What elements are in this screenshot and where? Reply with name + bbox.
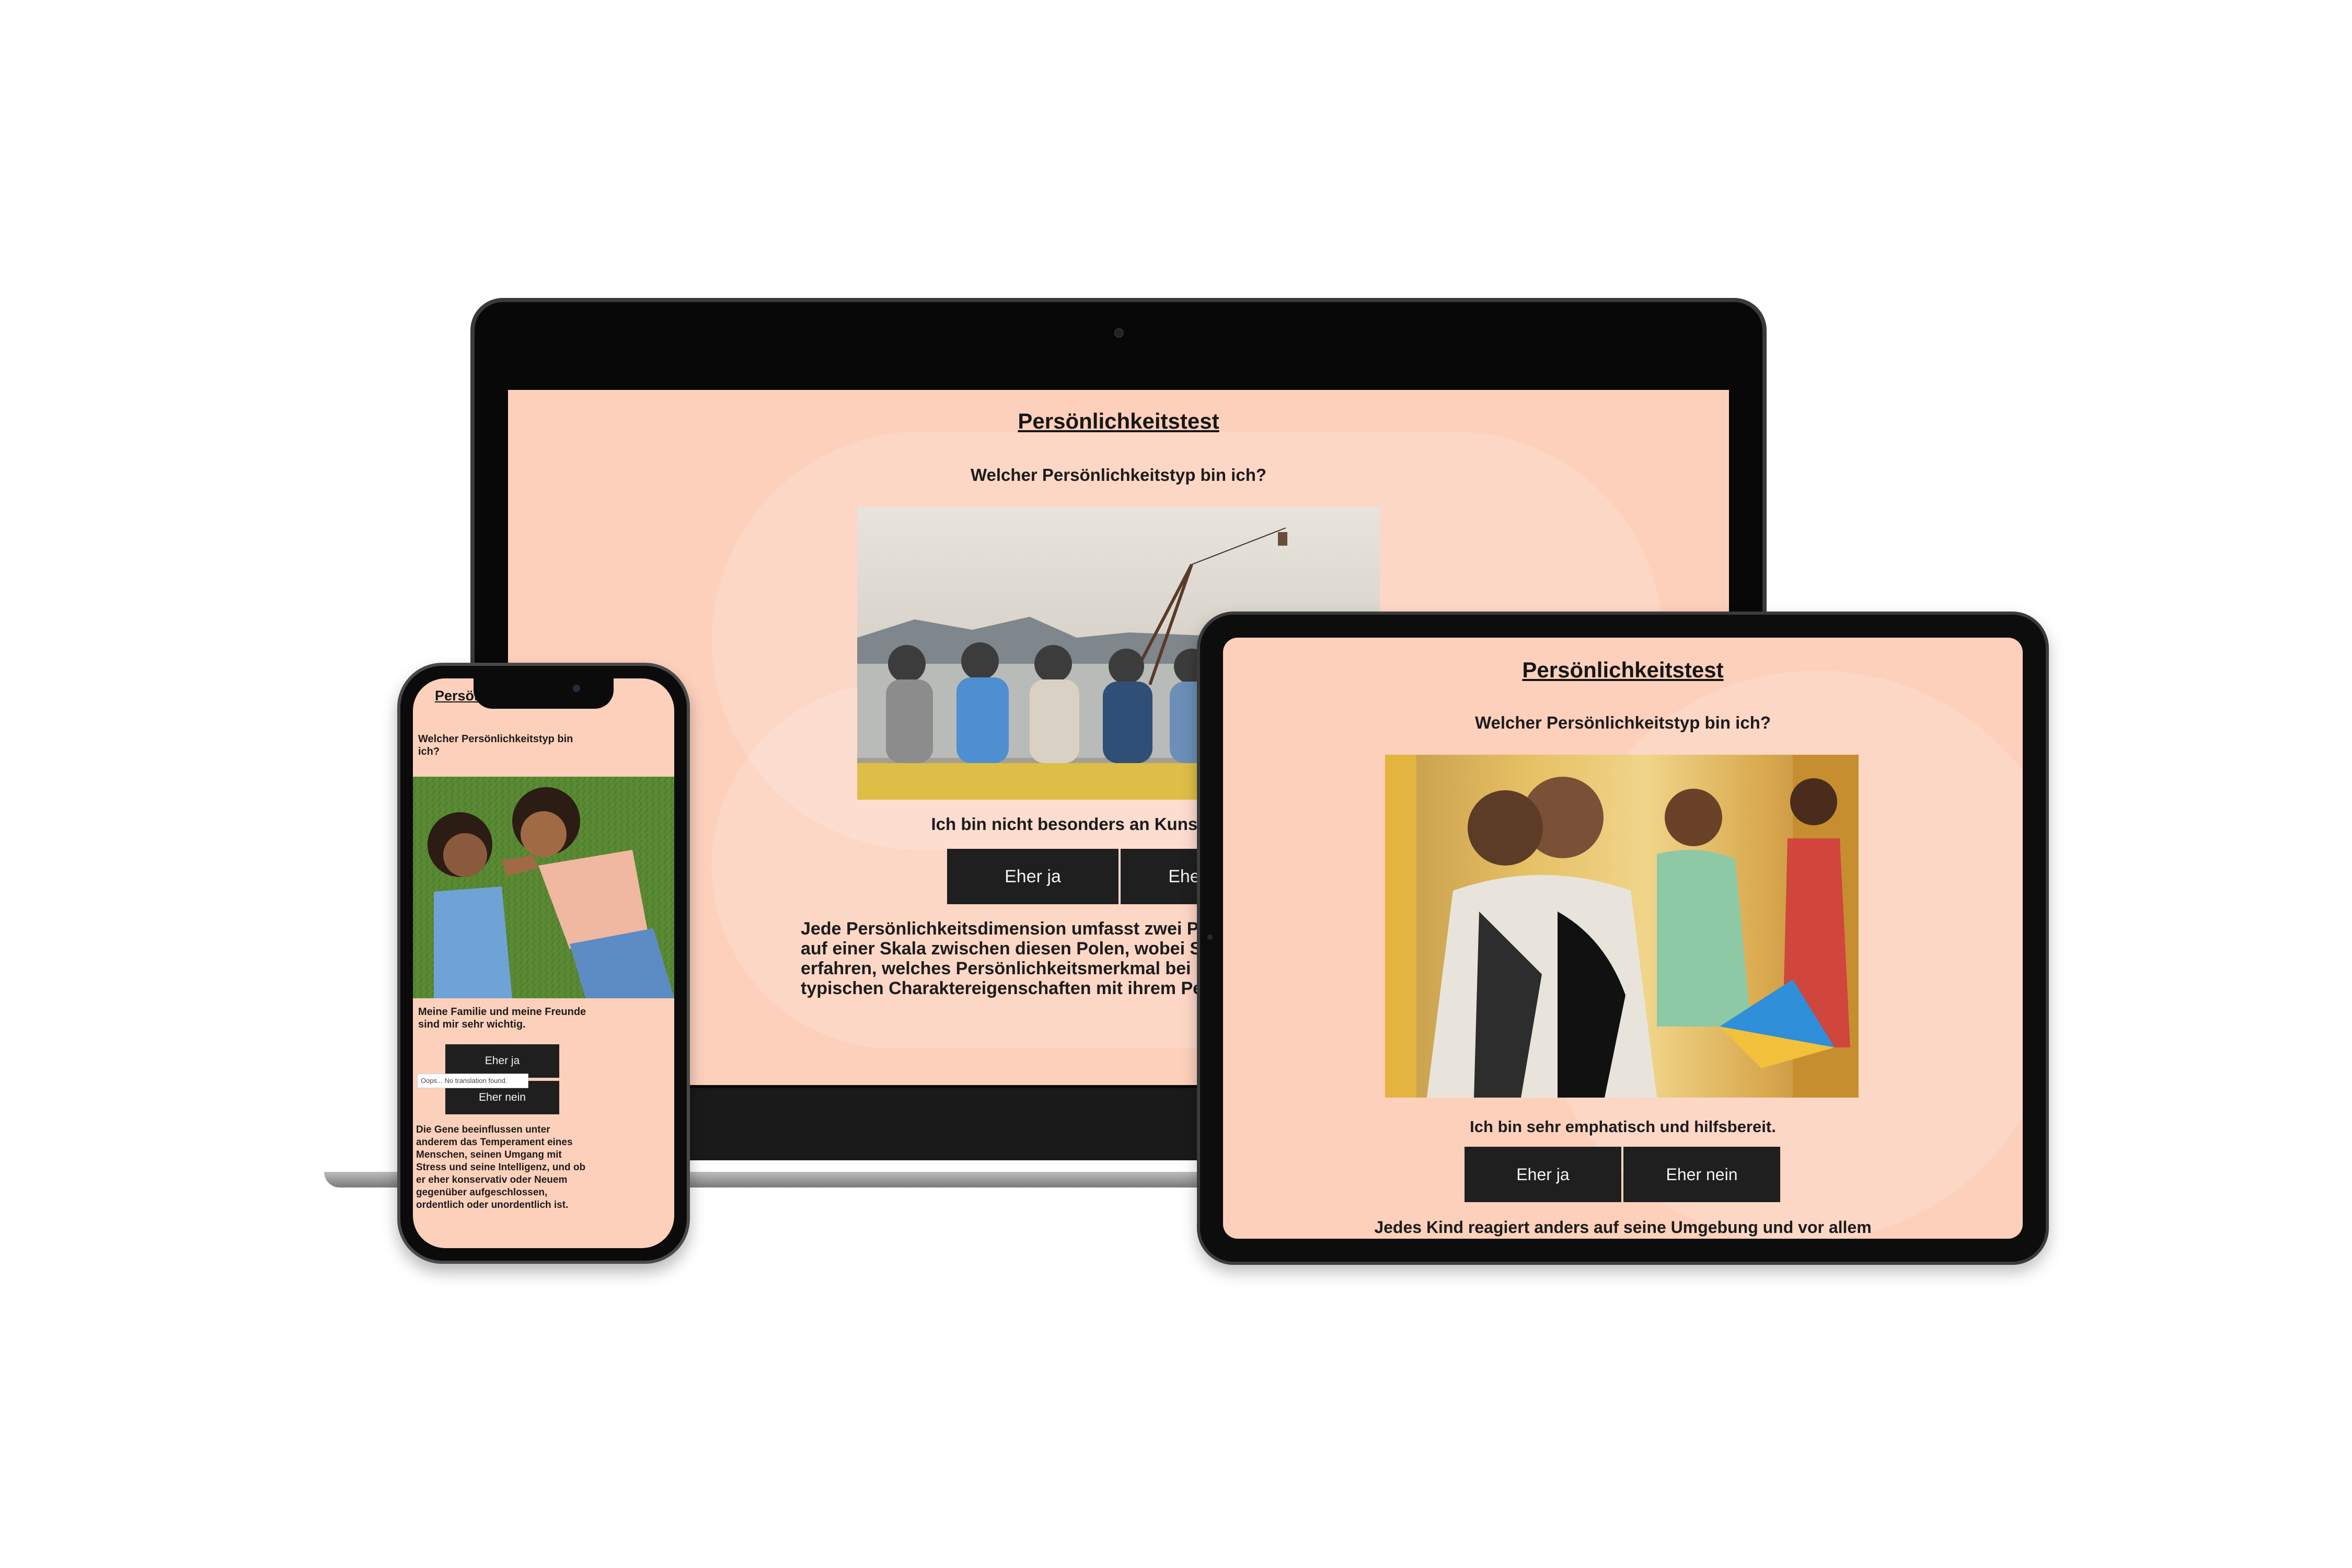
answer-yes-button[interactable]: Eher ja: [445, 1044, 559, 1078]
page-title: Persönlichkeitstest: [1018, 409, 1219, 433]
laptop-camera-icon: [1114, 328, 1124, 338]
phone-camera-icon: [573, 685, 580, 692]
description-line: auf einer Skala zwischen diesen Polen, w…: [801, 939, 1217, 959]
tablet-camera-icon: [1207, 935, 1213, 940]
girls-on-grass-photo: [413, 777, 674, 998]
answer-no-button[interactable]: Eher nein: [1623, 1147, 1780, 1202]
answer-yes-button[interactable]: Eher ja: [947, 849, 1119, 904]
description-text: Die Gene beeinflussen unter anderem das …: [416, 1124, 586, 1210]
question-statement: Meine Familie und meine Freunde sind mir…: [418, 1006, 586, 1030]
answer-yes-button[interactable]: Eher ja: [1465, 1147, 1621, 1202]
phone-notch: [474, 675, 614, 709]
phone-device: Persönlichkeitstest Welcher Persönlichke…: [397, 663, 690, 1264]
description-line: erfahren, welches Persönlichkeitsmerkmal…: [801, 959, 1243, 978]
translation-tooltip: Oops... No translation found.: [417, 1074, 528, 1088]
page-title: Persönlichkeitstest: [1522, 658, 1724, 682]
page-subtitle: Welcher Persönlichkeitstyp bin ich?: [418, 733, 573, 757]
question-statement: Ich bin sehr emphatisch und hilfsbereit.: [1470, 1117, 1776, 1136]
tablet-screen: Persönlichkeitstest Welcher Persönlichke…: [1223, 638, 2023, 1239]
tablet-device: Persönlichkeitstest Welcher Persönlichke…: [1197, 612, 2049, 1265]
phone-screen: Persönlichkeitstest Welcher Persönlichke…: [413, 678, 674, 1248]
page-subtitle: Welcher Persönlichkeitstyp bin ich?: [1474, 713, 1771, 732]
hugging-friends-photo: [1385, 755, 1859, 1098]
description-line: Jedes Kind reagiert anders auf seine Umg…: [1374, 1218, 1872, 1237]
page-subtitle: Welcher Persönlichkeitstyp bin ich?: [970, 465, 1267, 485]
